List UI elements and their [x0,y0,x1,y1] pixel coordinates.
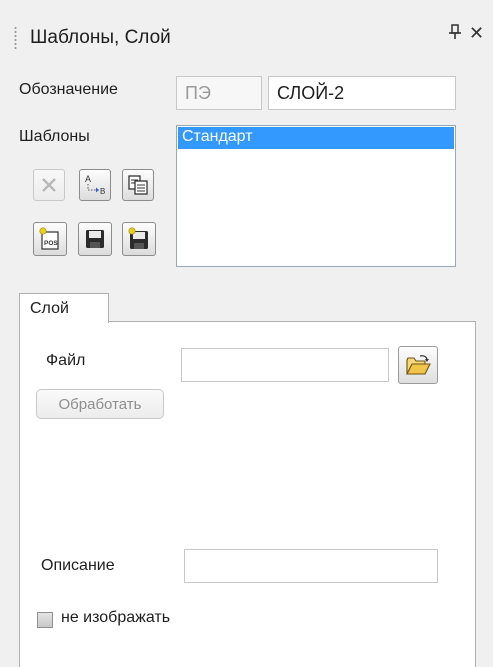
save-icon [86,230,104,248]
process-button[interactable]: Обработать [36,389,164,419]
file-label: Файл [46,352,86,369]
rename-ab-icon: A B [85,174,105,196]
description-label: Описание [41,557,115,574]
designation-label: Обозначение [19,81,118,98]
tab-layer[interactable]: Слой [19,293,109,323]
panel-title: Шаблоны, Слой [30,27,171,48]
copy-template-button[interactable] [122,169,154,201]
hide-checkbox-label[interactable]: не изображать [61,609,170,627]
close-icon[interactable]: ✕ [469,23,484,44]
new-pos-icon: POS [39,227,59,250]
hide-checkbox[interactable] [37,612,53,628]
file-path-field[interactable] [181,348,389,382]
description-field[interactable] [184,549,438,583]
svg-text:A: A [85,174,91,184]
delete-template-button[interactable] [33,169,65,201]
templates-list[interactable]: Стандарт [176,125,456,267]
browse-file-button[interactable] [398,346,438,384]
open-folder-icon [406,355,431,375]
save-template-button[interactable] [78,222,112,256]
new-pos-template-button[interactable]: POS [33,222,67,256]
rename-template-button[interactable]: A B [79,169,111,201]
templates-label: Шаблоны [19,128,90,145]
designation-prefix-field: ПЭ [176,76,262,110]
svg-text:POS: POS [44,240,58,247]
save-as-template-button[interactable] [122,222,156,256]
svg-text:B: B [100,187,105,196]
designation-field[interactable]: СЛОЙ-2 [268,76,456,110]
copy-icon [128,175,148,195]
delete-icon [42,178,56,192]
pin-icon[interactable] [448,24,462,45]
drag-grip[interactable] [14,26,17,50]
templates-list-item[interactable]: Стандарт [178,127,454,149]
save-as-icon [128,227,148,249]
